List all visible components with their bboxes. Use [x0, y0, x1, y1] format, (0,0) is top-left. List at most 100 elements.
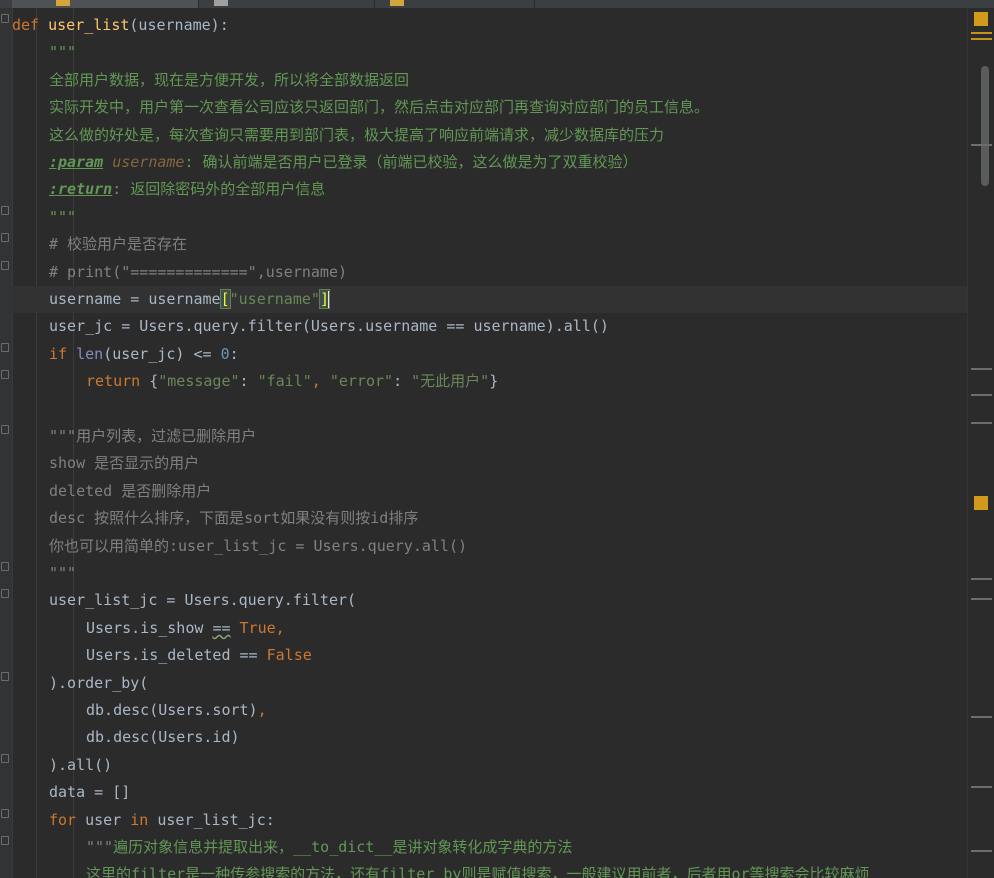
code-token: """	[49, 564, 77, 582]
code-token: "error"	[329, 372, 394, 391]
code-line[interactable]: show 是否显示的用户	[12, 450, 967, 477]
stripe-mark[interactable]	[971, 716, 992, 718]
fold-marker-icon[interactable]	[1, 260, 9, 270]
code-line[interactable]: for user in user_list_jc:	[12, 807, 967, 834]
text-caret	[327, 290, 330, 309]
fold-marker-icon[interactable]	[1, 836, 9, 845]
warning-stripe-mark[interactable]	[971, 32, 992, 34]
code-line[interactable]: 这么做的好处是，每次查询只需要用到部门表，极大提高了响应前端请求，减少数据库的压…	[12, 122, 967, 149]
code-token: False	[266, 646, 312, 665]
code-line[interactable]: def user_list(username):	[12, 12, 967, 39]
code-line[interactable]: # print("=============",username)	[12, 259, 967, 286]
code-line[interactable]: return {"message": "fail", "error": "无此用…	[12, 368, 967, 395]
fold-marker-icon[interactable]	[1, 671, 9, 681]
code-line[interactable]: ).order_by(	[12, 670, 967, 697]
code-token: Users.is_deleted ==	[86, 646, 267, 665]
code-line[interactable]: ).all()	[12, 752, 967, 779]
fold-marker-icon[interactable]	[1, 562, 9, 571]
vertical-scrollbar-thumb[interactable]	[981, 66, 989, 186]
code-token: {	[149, 372, 159, 391]
code-token: 这里的filter是一种传参搜索的方法，还有filter_by则是赋值搜索，一般…	[86, 865, 870, 878]
code-line[interactable]	[12, 396, 967, 423]
code-token: [	[219, 289, 231, 309]
code-area[interactable]: def user_list(username): """ 全部用户数据，现在是方便开…	[12, 8, 967, 878]
code-line[interactable]: """用户列表，过滤已删除用户	[12, 423, 967, 450]
code-token: (user_jc) <=	[103, 344, 221, 363]
stripe-mark[interactable]	[971, 422, 992, 424]
stripe-mark[interactable]	[971, 786, 992, 788]
stripe-mark[interactable]	[971, 368, 992, 370]
code-line[interactable]: data = []	[12, 779, 967, 806]
code-line[interactable]: username = username["username"]	[12, 286, 967, 314]
fold-marker-icon[interactable]	[1, 342, 9, 352]
code-token: """	[49, 43, 77, 62]
code-token: """	[86, 838, 114, 856]
code-token: }	[489, 372, 499, 391]
code-line[interactable]: 你也可以用简单的:user_list_jc = Users.query.all(…	[12, 533, 967, 560]
editor-tab-active[interactable]	[12, 0, 199, 8]
code-editor[interactable]: def user_list(username): """ 全部用户数据，现在是方便开…	[0, 0, 994, 878]
code-line[interactable]: """遍历对象信息并提取出来，__to_dict__是讲对象转化成字典的方法	[12, 834, 967, 861]
code-line[interactable]: db.desc(Users.id)	[12, 724, 967, 751]
code-token: ==	[212, 618, 231, 637]
code-line[interactable]: 实际开发中，用户第一次查看公司应该只返回部门，然后点击对应部门再查询对应部门的员…	[12, 94, 967, 121]
stripe-mark[interactable]	[971, 850, 992, 852]
stripe-mark[interactable]	[971, 394, 992, 396]
warning-stripe-mark[interactable]	[971, 38, 992, 40]
code-line[interactable]: """	[12, 39, 967, 66]
code-token: ,	[257, 701, 267, 719]
editor-tab[interactable]	[198, 0, 375, 8]
editor-tab-bar	[0, 0, 994, 8]
fold-marker-icon[interactable]	[1, 589, 9, 599]
code-token: len	[76, 344, 104, 363]
fold-marker-icon[interactable]	[1, 14, 9, 23]
fold-marker-icon[interactable]	[1, 233, 9, 243]
editor-tab[interactable]	[374, 0, 535, 8]
code-token: "username"	[229, 290, 320, 308]
code-token: ,	[275, 618, 285, 637]
code-token: : 返回除密码外的全部用户信息	[112, 180, 326, 199]
warning-marker[interactable]	[974, 12, 988, 26]
code-line[interactable]: if len(user_jc) <= 0:	[12, 341, 967, 368]
code-token: in	[130, 810, 158, 829]
code-token: db.desc(Users.sort)	[86, 701, 258, 719]
code-line[interactable]: db.desc(Users.sort),	[12, 697, 967, 724]
code-token: deleted 是否删除用户	[49, 481, 212, 500]
code-token: ).order_by(	[49, 673, 149, 692]
code-token: :	[229, 344, 239, 363]
code-line[interactable]: :return: 返回除密码外的全部用户信息	[12, 176, 967, 203]
fold-marker-icon[interactable]	[1, 753, 9, 763]
fold-marker-icon[interactable]	[1, 370, 9, 380]
fold-marker-icon[interactable]	[1, 205, 9, 215]
stripe-mark[interactable]	[971, 578, 992, 580]
code-token: :return	[49, 180, 113, 199]
code-line[interactable]: user_jc = Users.query.filter(Users.usern…	[12, 313, 967, 340]
code-token: """	[49, 207, 77, 226]
code-token: 实际开发中，用户第一次查看公司应该只返回部门，然后点击对应部门再查询对应部门的员…	[49, 98, 710, 117]
code-line[interactable]: user_list_jc = Users.query.filter(	[12, 587, 967, 614]
fold-marker-icon[interactable]	[1, 808, 9, 818]
code-line[interactable]: desc 按照什么排序，下面是sort如果没有则按id排序	[12, 505, 967, 532]
code-token: data = []	[49, 783, 131, 802]
code-line[interactable]: """	[12, 204, 967, 231]
code-line[interactable]: # 校验用户是否存在	[12, 231, 967, 258]
code-line[interactable]: deleted 是否删除用户	[12, 478, 967, 505]
fold-marker-icon[interactable]	[1, 425, 9, 434]
code-token: "message"	[158, 372, 240, 391]
error-stripe[interactable]	[967, 8, 994, 878]
code-line[interactable]: :param username: 确认前端是否用户已登录（前端已校验，这么做是为…	[12, 149, 967, 176]
code-line[interactable]: Users.is_show == True,	[12, 615, 967, 642]
code-line[interactable]: Users.is_deleted == False	[12, 642, 967, 669]
code-token: desc 按照什么排序，下面是sort如果没有则按id排序	[49, 509, 419, 528]
code-token: # 校验用户是否存在	[49, 235, 188, 254]
code-token: user_list	[48, 16, 130, 34]
code-line[interactable]: 全部用户数据，现在是方便开发，所以将全部数据返回	[12, 67, 967, 94]
code-line[interactable]: """	[12, 560, 967, 587]
code-line[interactable]: 这里的filter是一种传参搜索的方法，还有filter_by则是赋值搜索，一般…	[12, 861, 967, 878]
stripe-mark[interactable]	[971, 144, 992, 146]
code-token: ,	[311, 372, 330, 391]
code-token: if	[49, 344, 77, 363]
stripe-mark[interactable]	[971, 598, 992, 600]
python-file-icon	[390, 0, 404, 6]
warning-marker[interactable]	[974, 496, 988, 510]
